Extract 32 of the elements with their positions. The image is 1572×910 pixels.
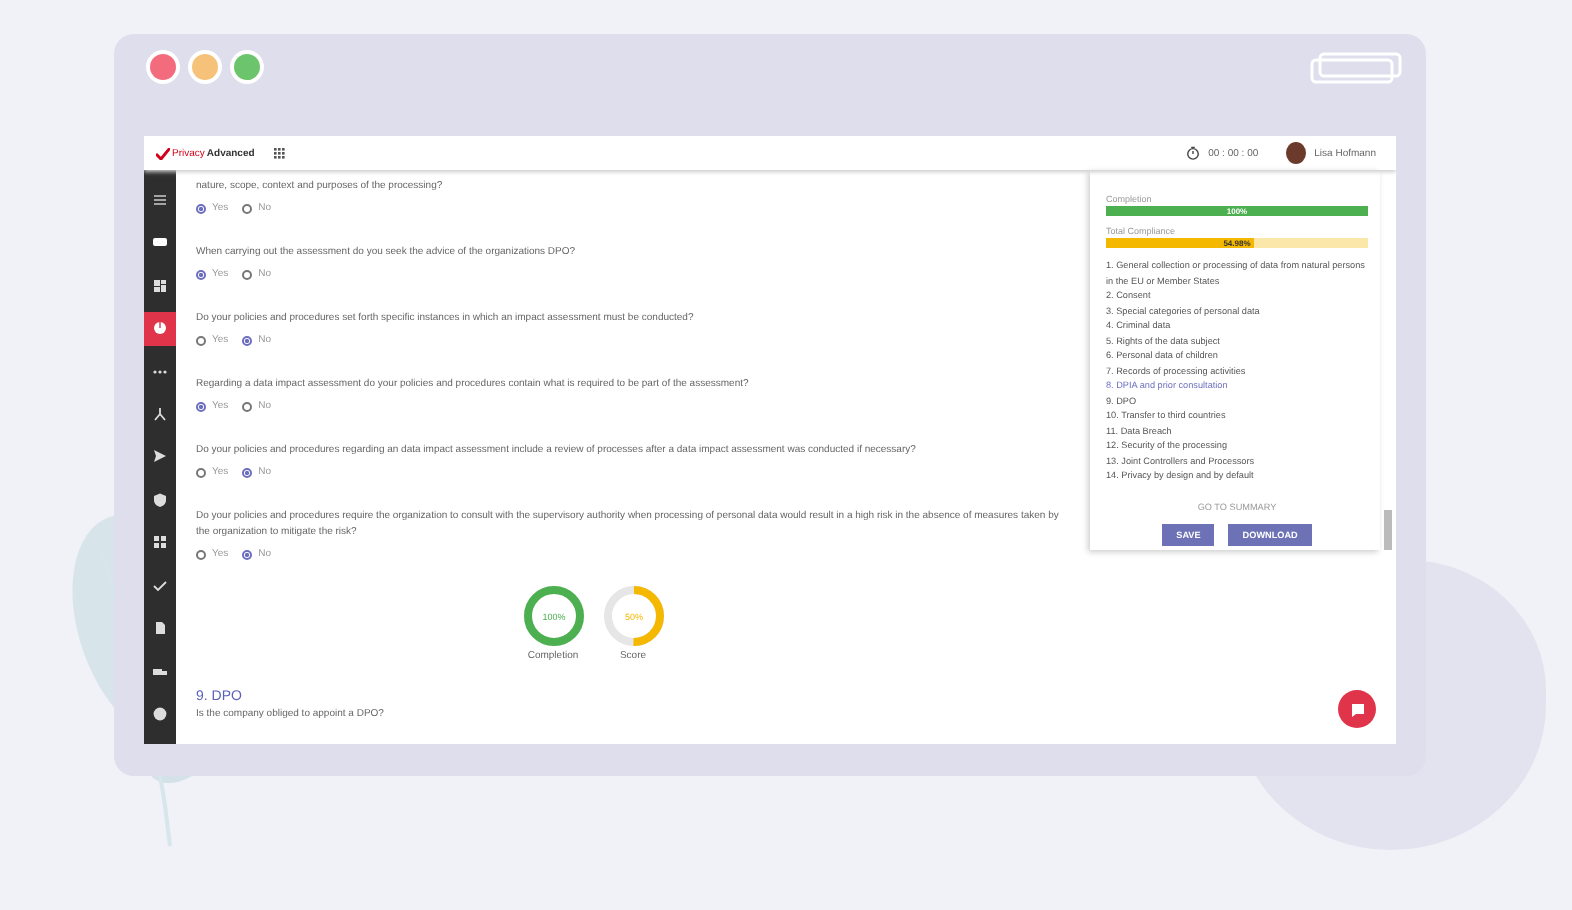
- menu-icon: [152, 191, 168, 208]
- chat-button[interactable]: [1338, 690, 1376, 728]
- radio-button[interactable]: [196, 401, 206, 411]
- document-icon: [152, 620, 168, 637]
- sidebar-item[interactable]: [144, 311, 176, 346]
- chat-icon: [1349, 701, 1365, 717]
- radio-button[interactable]: [196, 269, 206, 279]
- radio-button[interactable]: [196, 467, 206, 477]
- radio-button[interactable]: [242, 269, 253, 279]
- radio-button[interactable]: [242, 467, 253, 477]
- circle-icon: [152, 706, 168, 723]
- radio-button[interactable]: [196, 335, 206, 345]
- radio-button[interactable]: [242, 401, 253, 411]
- shield-icon: [152, 491, 168, 508]
- radio-button[interactable]: [242, 335, 253, 345]
- maximize-dot[interactable]: [234, 54, 260, 80]
- minimize-dot[interactable]: [192, 54, 218, 80]
- stopwatch-icon: [1186, 146, 1201, 160]
- radio-button[interactable]: [242, 549, 253, 559]
- apps-grid-icon[interactable]: [274, 147, 287, 159]
- send-icon: [152, 448, 168, 465]
- radio-button[interactable]: [196, 203, 206, 213]
- hierarchy-icon: [152, 405, 168, 422]
- dashboard-icon: [152, 277, 168, 294]
- radio-button[interactable]: [242, 203, 253, 213]
- avatar[interactable]: [1286, 142, 1307, 164]
- pie-icon: [152, 320, 168, 337]
- close-dot[interactable]: [150, 54, 176, 80]
- check-icon: [152, 577, 168, 594]
- scrollbar[interactable]: [1384, 510, 1392, 550]
- grid-icon: [152, 534, 168, 551]
- radio-button[interactable]: [196, 549, 206, 559]
